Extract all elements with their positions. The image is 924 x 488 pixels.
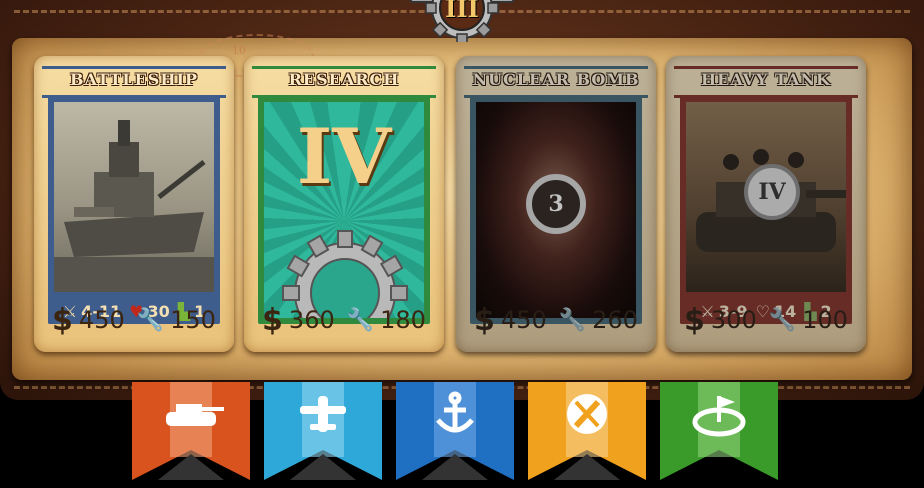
card-research[interactable]: RESEARCH IV $ 360 🔧 180 bbox=[244, 56, 444, 352]
card-title: RESEARCH bbox=[288, 70, 400, 89]
card-art-frame: ⚔ 4-11 ♥ 30 ▙ 1 bbox=[48, 96, 220, 324]
tools-cost: 150 bbox=[170, 306, 216, 334]
map-doodle-label: 10 bbox=[232, 44, 246, 57]
card-battleship[interactable]: BATTLESHIP ⚔ 4-11 ♥ 30 ▙ 1 $ 450 🔧 150 bbox=[34, 56, 234, 352]
tools-cost: 260 bbox=[592, 306, 638, 334]
research-art: IV bbox=[264, 102, 424, 318]
card-nuclear-bomb[interactable]: NUCLEAR BOMB 3 $ 450 🔧 260 bbox=[456, 56, 656, 352]
money-icon: $ bbox=[52, 302, 73, 338]
level-numeral: IV bbox=[758, 179, 786, 205]
tab-upgrade[interactable] bbox=[528, 382, 646, 480]
timer-icon: 3 bbox=[526, 174, 586, 234]
money-cost: 450 bbox=[78, 306, 125, 334]
money-icon: $ bbox=[262, 302, 283, 338]
card-cost: $ 300 🔧 100 bbox=[676, 300, 856, 340]
card-cost: $ 450 🔧 260 bbox=[466, 300, 646, 340]
era-badge: III bbox=[392, 0, 532, 45]
era-numeral: III bbox=[445, 0, 479, 23]
tab-capture[interactable] bbox=[660, 382, 778, 480]
wrench-icon: 🔧 bbox=[768, 307, 797, 333]
money-cost: 360 bbox=[288, 306, 335, 334]
card-art-frame: IV ⚔ 3-9 ♡ 14 ▙ 2 bbox=[680, 96, 852, 324]
card-art-frame: IV bbox=[258, 96, 430, 324]
card-art-frame: 3 bbox=[470, 96, 642, 324]
tools-cost: 180 bbox=[380, 306, 426, 334]
timer-number: 3 bbox=[548, 191, 564, 217]
card-cost: $ 360 🔧 180 bbox=[254, 300, 434, 340]
wrench-icon: 🔧 bbox=[558, 307, 587, 333]
level-badge: IV bbox=[744, 164, 800, 220]
wrench-icon bbox=[567, 394, 607, 434]
tab-air[interactable] bbox=[264, 382, 382, 480]
card-cost: $ 450 🔧 150 bbox=[44, 300, 224, 340]
battleship-art bbox=[54, 102, 214, 292]
research-numeral: IV bbox=[296, 112, 392, 201]
heavy-tank-art: IV bbox=[686, 102, 846, 292]
money-cost: 300 bbox=[710, 306, 757, 334]
card-title: HEAVY TANK bbox=[701, 70, 831, 89]
card-title: NUCLEAR BOMB bbox=[472, 70, 640, 89]
wrench-icon: 🔧 bbox=[136, 307, 165, 333]
tab-tank[interactable] bbox=[132, 382, 250, 480]
card-heavy-tank[interactable]: HEAVY TANK IV ⚔ 3-9 ♡ 14 ▙ 2 $ 300 🔧 100 bbox=[666, 56, 866, 352]
card-title: BATTLESHIP bbox=[70, 70, 198, 89]
money-cost: 450 bbox=[500, 306, 547, 334]
nuclear-art: 3 bbox=[476, 102, 636, 318]
tab-navy[interactable] bbox=[396, 382, 514, 480]
wrench-icon: 🔧 bbox=[346, 307, 375, 333]
money-icon: $ bbox=[474, 302, 495, 338]
money-icon: $ bbox=[684, 302, 705, 338]
tools-cost: 100 bbox=[802, 306, 848, 334]
